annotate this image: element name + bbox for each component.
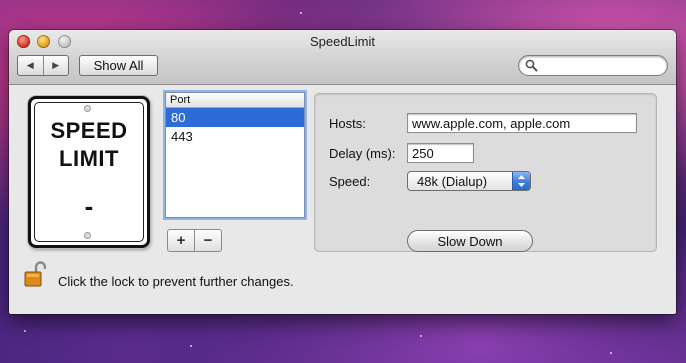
lock-hint-text: Click the lock to prevent further change…: [58, 274, 294, 289]
triangle-left-icon: ◀: [26, 60, 34, 70]
sign-text-speed: SPEED: [50, 118, 128, 143]
sign-text-limit: LIMIT: [59, 146, 119, 171]
add-port-button[interactable]: +: [167, 229, 195, 252]
speed-popup-value: 48k (Dialup): [417, 174, 488, 189]
speed-popup[interactable]: 48k (Dialup): [407, 171, 531, 191]
forward-button[interactable]: ▶: [44, 56, 69, 75]
window-title: SpeedLimit: [309, 34, 376, 49]
port-row[interactable]: 80: [166, 108, 304, 127]
back-forward-control: ◀ ▶: [17, 55, 69, 76]
hosts-field[interactable]: www.apple.com, apple.com: [407, 113, 637, 133]
delay-label: Delay (ms):: [329, 146, 396, 161]
search-field[interactable]: [518, 55, 668, 76]
hosts-label: Hosts:: [329, 116, 366, 131]
title-bar: SpeedLimit ◀ ▶ Show All: [9, 30, 676, 85]
sign-speed-value: -: [84, 191, 94, 221]
sign-bolt-icon: [84, 105, 91, 112]
back-button[interactable]: ◀: [18, 56, 44, 75]
port-row[interactable]: 443: [166, 127, 304, 146]
preferences-window: SpeedLimit ◀ ▶ Show All SPEED LIMIT - Po…: [9, 30, 676, 314]
search-icon: [525, 59, 538, 72]
sign-bolt-icon: [84, 232, 91, 239]
delay-field[interactable]: 250: [407, 143, 474, 163]
slow-down-button[interactable]: Slow Down: [407, 230, 533, 252]
remove-port-button[interactable]: −: [194, 229, 222, 252]
port-list[interactable]: Port 80 443: [165, 92, 305, 218]
settings-box: Hosts: www.apple.com, apple.com Delay (m…: [314, 93, 657, 252]
speed-label: Speed:: [329, 174, 371, 189]
triangle-right-icon: ▶: [52, 60, 60, 70]
unlocked-lock-icon[interactable]: [24, 260, 46, 288]
popup-arrows-icon: [512, 172, 530, 190]
show-all-button[interactable]: Show All: [79, 55, 158, 76]
port-column-header[interactable]: Port: [166, 93, 304, 108]
speed-limit-sign: SPEED LIMIT -: [28, 96, 150, 248]
